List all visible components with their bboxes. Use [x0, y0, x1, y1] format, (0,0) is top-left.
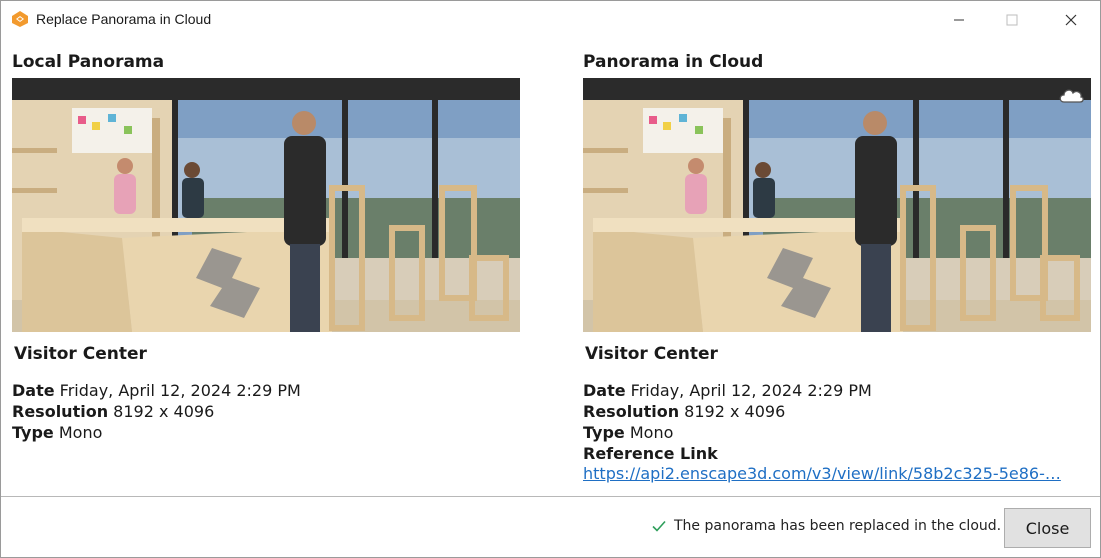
resolution-label: Resolution — [12, 402, 109, 421]
local-panorama-heading: Local Panorama — [12, 52, 165, 72]
cloud-panorama-thumbnail — [583, 78, 1091, 332]
cloud-date-row: Date Friday, April 12, 2024 2:29 PM — [583, 380, 872, 401]
cloud-resolution-row: Resolution 8192 x 4096 — [583, 401, 785, 422]
type-value: Mono — [629, 423, 674, 442]
type-label: Type — [12, 423, 54, 442]
close-button[interactable]: Close — [1004, 508, 1091, 548]
resolution-value: 8192 x 4096 — [684, 402, 786, 421]
replace-panorama-dialog: Replace Panorama in Cloud Local Panorama… — [0, 0, 1101, 558]
type-value: Mono — [58, 423, 103, 442]
resolution-value: 8192 x 4096 — [113, 402, 215, 421]
footer-divider — [1, 496, 1100, 497]
cloud-panorama-name: Visitor Center — [585, 344, 718, 364]
title-bar: Replace Panorama in Cloud — [1, 1, 1100, 39]
cloud-icon — [1057, 86, 1085, 104]
cloud-panorama-heading: Panorama in Cloud — [583, 52, 764, 72]
enscape-logo-icon — [11, 10, 29, 28]
check-icon — [651, 518, 667, 534]
date-label: Date — [583, 381, 626, 400]
local-panorama-thumbnail — [12, 78, 520, 332]
maximize-icon[interactable] — [989, 1, 1035, 39]
reference-link-label: Reference Link — [583, 444, 718, 463]
date-value: Friday, April 12, 2024 2:29 PM — [59, 381, 301, 400]
reference-link[interactable]: https://api2.enscape3d.com/v3/view/link/… — [583, 464, 1083, 483]
minimize-icon[interactable] — [936, 1, 982, 39]
close-icon[interactable] — [1048, 1, 1094, 39]
date-label: Date — [12, 381, 55, 400]
status-message: The panorama has been replaced in the cl… — [651, 518, 1001, 534]
local-date-row: Date Friday, April 12, 2024 2:29 PM — [12, 380, 301, 401]
local-panorama-name: Visitor Center — [14, 344, 147, 364]
resolution-label: Resolution — [583, 402, 680, 421]
window-title: Replace Panorama in Cloud — [36, 11, 212, 27]
local-resolution-row: Resolution 8192 x 4096 — [12, 401, 214, 422]
date-value: Friday, April 12, 2024 2:29 PM — [630, 381, 872, 400]
status-text: The panorama has been replaced in the cl… — [674, 518, 1002, 534]
type-label: Type — [583, 423, 625, 442]
cloud-type-row: Type Mono — [583, 422, 673, 443]
local-type-row: Type Mono — [12, 422, 102, 443]
